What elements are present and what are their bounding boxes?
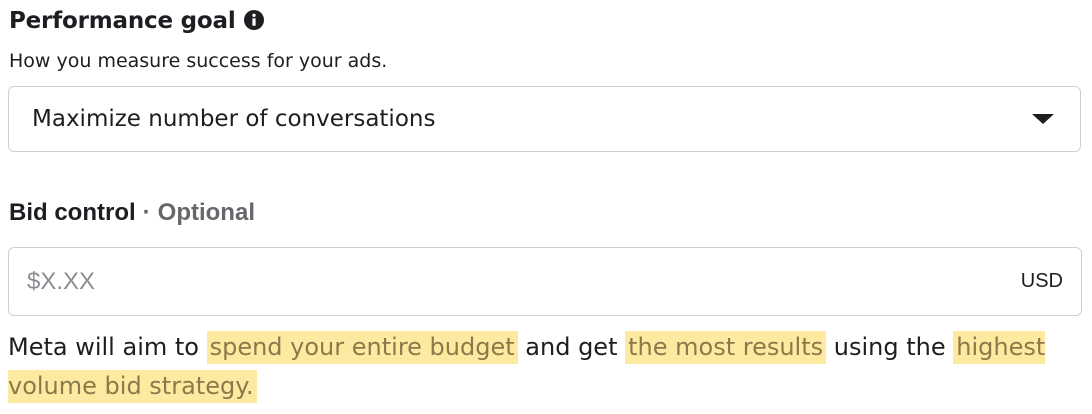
- info-icon[interactable]: [243, 9, 265, 31]
- bid-control-description: Meta will aim to spend your entire budge…: [8, 328, 1078, 406]
- bid-control-title: Bid control: [9, 199, 136, 226]
- performance-goal-title: Performance goal: [9, 8, 236, 34]
- bid-control-separator: ·: [142, 199, 151, 226]
- description-text: and get: [517, 333, 626, 361]
- performance-goal-dropdown[interactable]: Maximize number of conversations: [8, 86, 1081, 152]
- performance-goal-subtitle: How you measure success for your ads.: [9, 50, 388, 72]
- optional-label: Optional: [157, 199, 255, 226]
- performance-goal-heading: Performance goal: [9, 4, 265, 38]
- description-text: using the: [826, 333, 954, 361]
- caret-down-icon: [1032, 114, 1054, 124]
- description-text: Meta will aim to: [8, 333, 207, 361]
- highlighted-text: the most results: [625, 331, 827, 364]
- performance-goal-selected-value: Maximize number of conversations: [32, 106, 436, 132]
- bid-control-heading: Bid control · Optional: [9, 196, 255, 230]
- bid-amount-input[interactable]: [27, 248, 987, 315]
- currency-label: USD: [1020, 270, 1063, 292]
- bid-control-field[interactable]: USD: [8, 247, 1082, 316]
- highlighted-text: spend your entire budget: [206, 331, 518, 364]
